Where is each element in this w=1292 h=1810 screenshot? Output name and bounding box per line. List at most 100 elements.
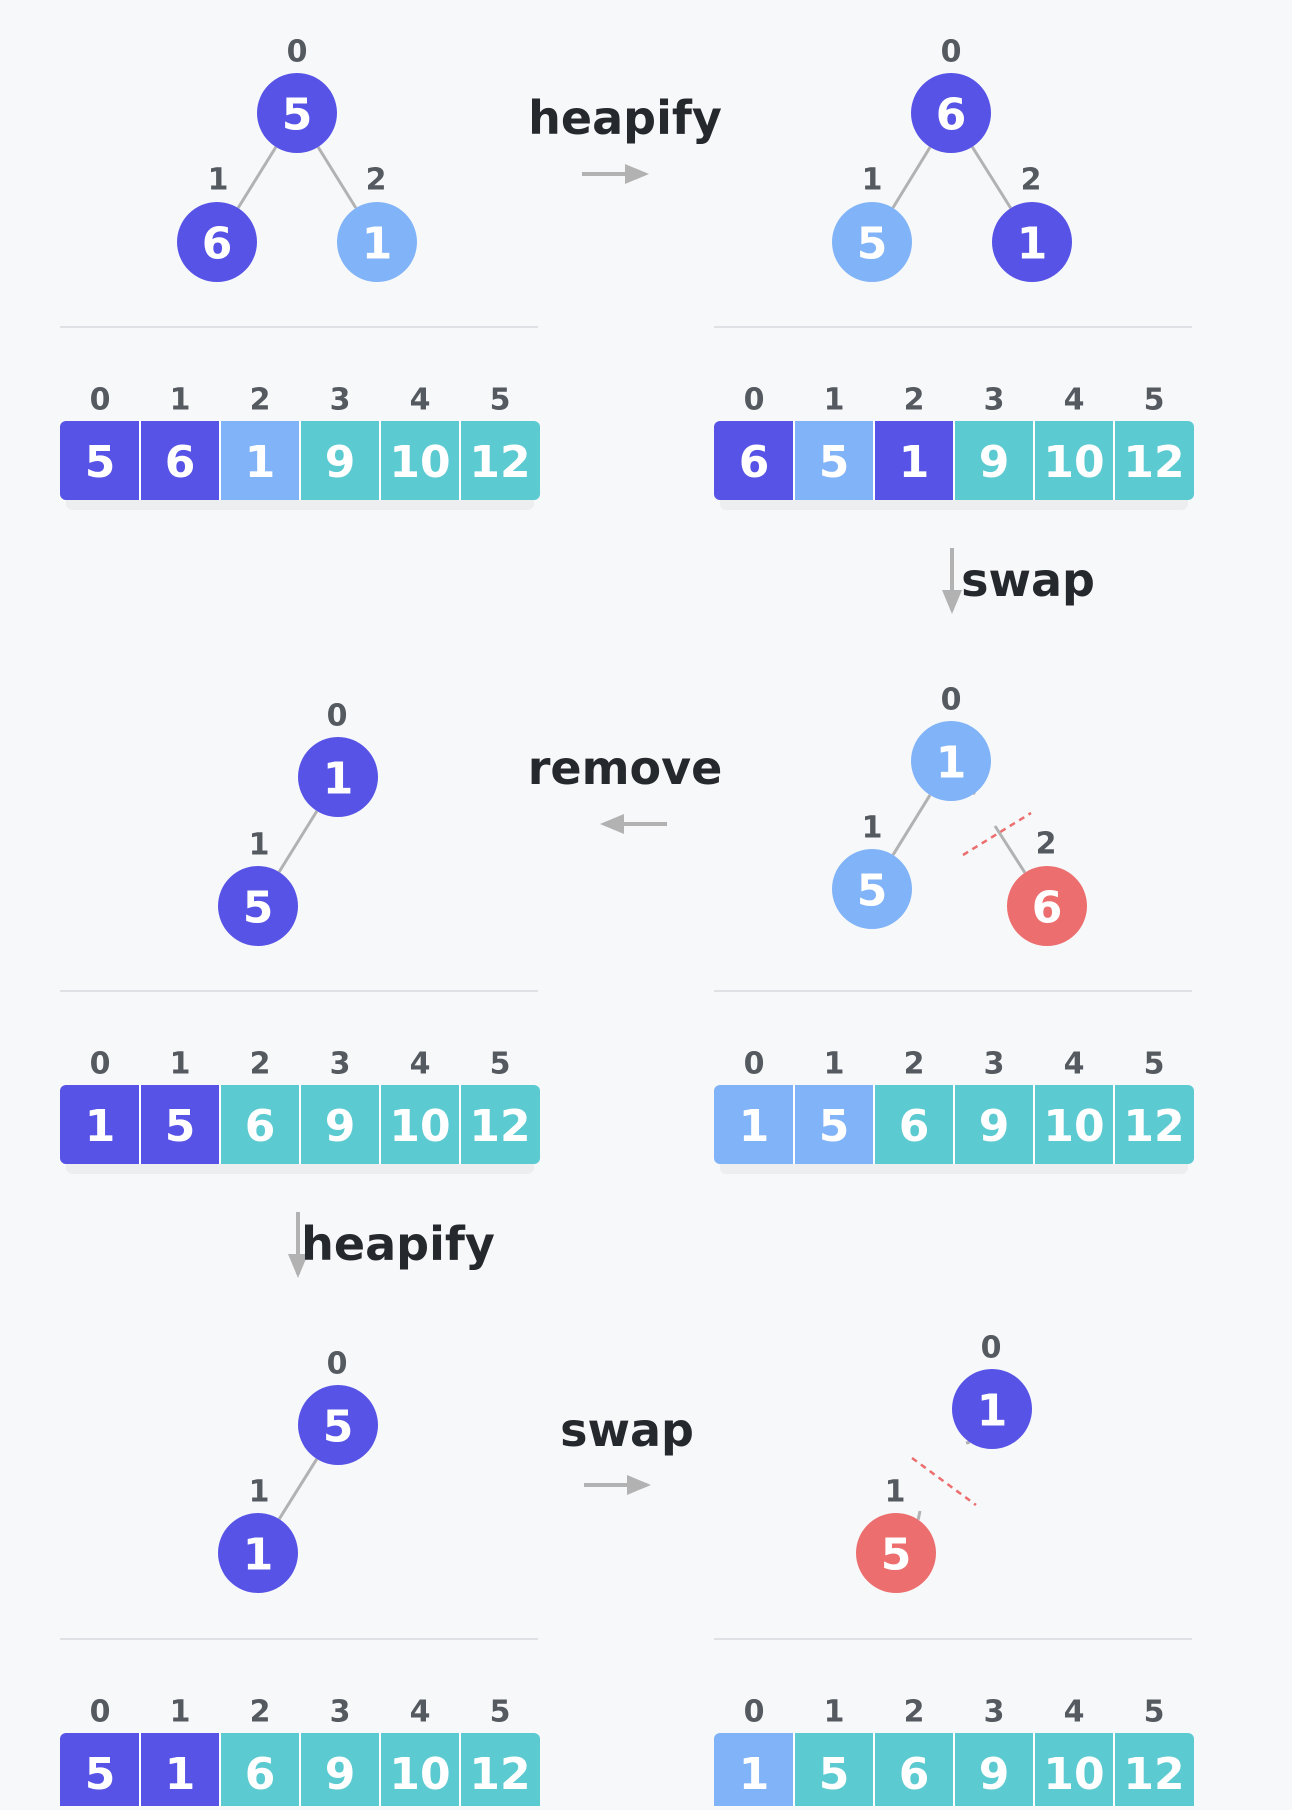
array-cell-value: 5	[85, 437, 116, 488]
array-index: 1	[824, 383, 845, 418]
array-index: 3	[984, 1695, 1005, 1730]
array-cell-value: 5	[165, 1101, 196, 1152]
tree-node-index: 0	[941, 683, 962, 718]
array-index: 3	[984, 383, 1005, 418]
tree-node-index: 2	[1021, 163, 1042, 198]
array-cell-value: 9	[325, 1749, 356, 1800]
tree-node-index: 0	[287, 35, 308, 70]
array-index: 4	[1064, 383, 1085, 418]
array-cell-value: 9	[979, 1101, 1010, 1152]
array-index: 5	[490, 383, 511, 418]
array-cell-value: 6	[245, 1749, 276, 1800]
tree-node-value: 6	[1032, 883, 1063, 934]
tree-node-index: 0	[941, 35, 962, 70]
operation-label: remove	[528, 741, 723, 795]
array-index: 4	[1064, 1047, 1085, 1082]
tree-node-index: 1	[249, 828, 270, 863]
tree-node-value: 5	[243, 883, 274, 934]
array-index: 5	[490, 1047, 511, 1082]
array-index: 2	[250, 1695, 271, 1730]
tree-edge	[971, 146, 1012, 209]
array-index: 3	[330, 383, 351, 418]
tree-edge	[891, 146, 932, 209]
array-index: 2	[250, 1047, 271, 1082]
array-cell-value: 5	[819, 1101, 850, 1152]
array-cell-value: 1	[739, 1749, 770, 1800]
operation-label: swap	[961, 553, 1095, 607]
tree-node-value: 6	[202, 219, 233, 270]
array-index: 2	[904, 1047, 925, 1082]
tree-node-index: 1	[885, 1475, 906, 1510]
operation-label: swap	[560, 1403, 694, 1457]
operation-label: heapify	[301, 1217, 495, 1271]
tree-node-value: 1	[323, 754, 354, 805]
arrow-right-head	[627, 1475, 651, 1495]
array-index: 4	[410, 383, 431, 418]
tree-node-index: 0	[327, 699, 348, 734]
tree-edge	[236, 146, 278, 209]
array-index: 3	[330, 1047, 351, 1082]
cut-mark	[962, 811, 1032, 857]
array-index: 5	[490, 1695, 511, 1730]
array-index: 0	[744, 383, 765, 418]
operation-label: heapify	[528, 91, 722, 145]
array-cell-value: 6	[899, 1749, 930, 1800]
tree-node-value: 1	[362, 219, 393, 270]
array-index: 4	[410, 1047, 431, 1082]
tree-node-value: 1	[936, 738, 967, 789]
array-cell-value: 1	[165, 1749, 196, 1800]
tree-node-index: 2	[1036, 827, 1057, 862]
array-index: 3	[984, 1047, 1005, 1082]
array-cell-value: 5	[85, 1749, 116, 1800]
array-cell-value: 10	[389, 1749, 450, 1800]
tree-edge	[277, 1458, 319, 1520]
array-index: 1	[824, 1047, 845, 1082]
array-cell-value: 12	[1123, 1749, 1184, 1800]
arrow-down-head	[942, 590, 962, 614]
array-index: 0	[90, 1047, 111, 1082]
tree-node-value: 5	[881, 1530, 912, 1581]
array-cell-value: 6	[245, 1101, 276, 1152]
array-cell-value: 9	[979, 1749, 1010, 1800]
cut-mark	[911, 1456, 977, 1507]
tree-node-value: 1	[977, 1386, 1008, 1437]
array-index: 0	[744, 1047, 765, 1082]
array-cell-value: 10	[1043, 1749, 1104, 1800]
array-index: 1	[170, 1695, 191, 1730]
array-cell-value: 12	[469, 437, 530, 488]
arrow-left-head	[600, 814, 624, 834]
tree-edge	[916, 1510, 922, 1521]
array-cell-value: 12	[1123, 1101, 1184, 1152]
tree-node-value: 6	[936, 90, 967, 141]
heap-sort-diagram: 5 0 6 1 1 2 6 0 5 1 1 2 1 0 5 1 6 2 1 0 5 1 5 0 1 1 1 0 5 1 5 0 6 1 1 2 9 3 10…	[0, 0, 1292, 1810]
tree-node-value: 5	[323, 1402, 354, 1453]
array-index: 1	[170, 383, 191, 418]
tree-node-index: 1	[249, 1475, 270, 1510]
array-cell-value: 5	[819, 1749, 850, 1800]
array-cell-value: 9	[325, 437, 356, 488]
array-index: 2	[250, 383, 271, 418]
array-cell-value: 10	[1043, 437, 1104, 488]
array-cell-value: 10	[389, 437, 450, 488]
array-index: 5	[1144, 1047, 1165, 1082]
diagram-canvas: 5061126051121051621051501110515061129310…	[60, 35, 1194, 1810]
arrow-right-head	[625, 164, 649, 184]
tree-node-index: 1	[862, 163, 883, 198]
array-cell-value: 12	[469, 1749, 530, 1800]
tree-node-value: 5	[857, 219, 888, 270]
array-index: 1	[170, 1047, 191, 1082]
array-cell-value: 6	[899, 1101, 930, 1152]
array-cell-value: 1	[739, 1101, 770, 1152]
array-index: 4	[410, 1695, 431, 1730]
array-index: 0	[90, 1695, 111, 1730]
array-index: 2	[904, 1695, 925, 1730]
tree-edge	[891, 794, 932, 856]
array-cell-value: 12	[1123, 437, 1184, 488]
tree-edge	[316, 146, 358, 209]
array-index: 1	[824, 1695, 845, 1730]
array-index: 4	[1064, 1695, 1085, 1730]
tree-node-value: 5	[857, 866, 888, 917]
array-cell-value: 1	[899, 437, 930, 488]
tree-node-index: 1	[862, 811, 883, 846]
tree-edge	[993, 825, 1027, 874]
